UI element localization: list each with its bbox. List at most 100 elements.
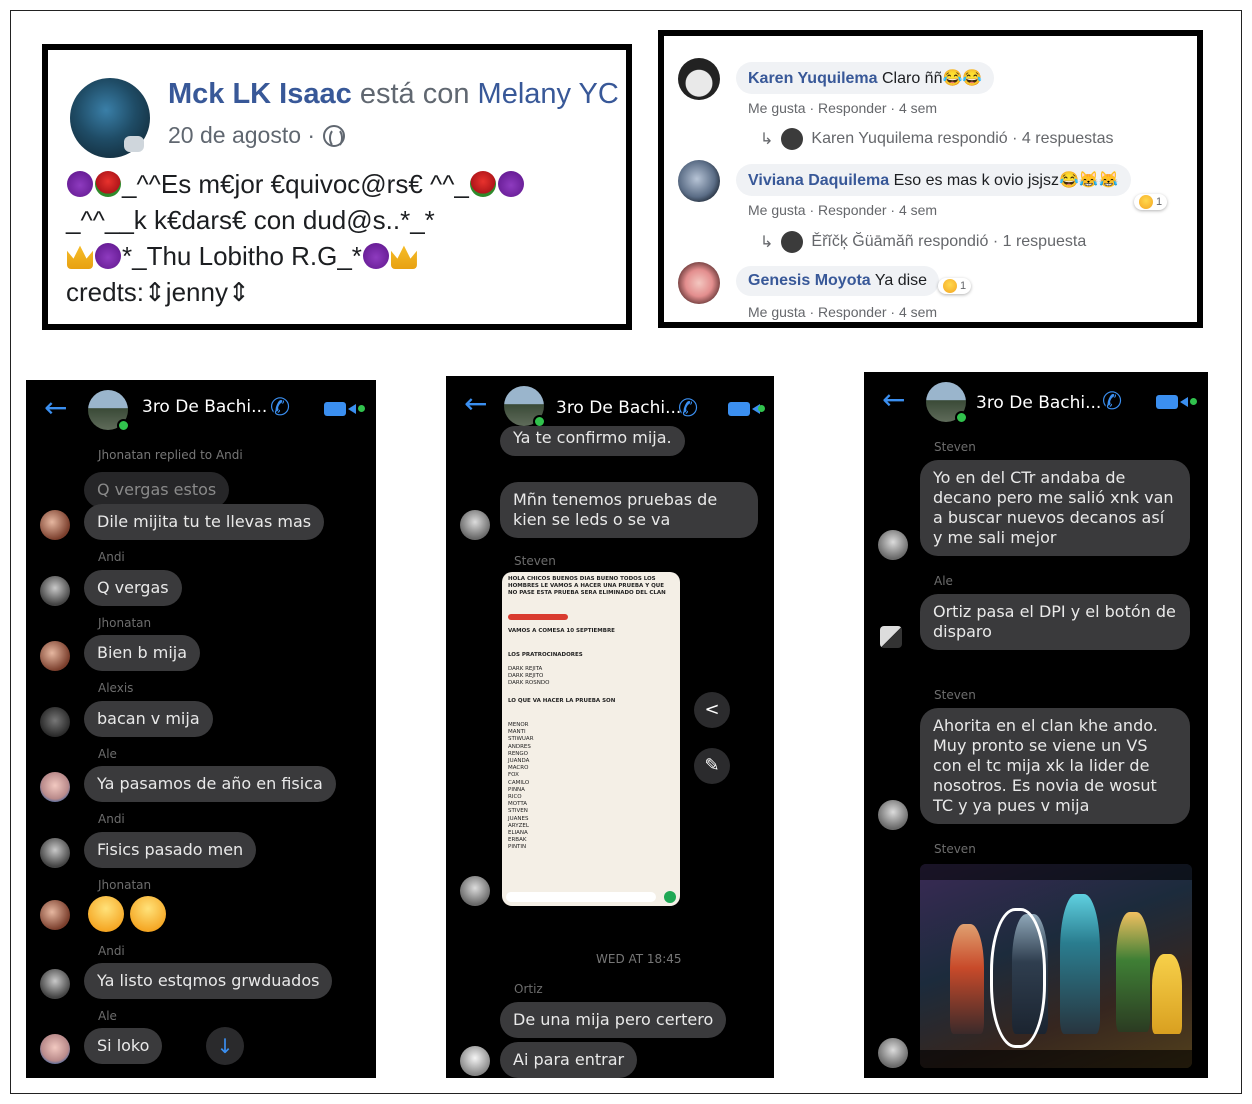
- message-bubble[interactable]: Ai para entrar: [500, 1042, 638, 1078]
- message-bubble[interactable]: Mñn tenemos pruebas de kien se leds o se…: [500, 482, 758, 538]
- message-bubble[interactable]: Si loko: [84, 1028, 163, 1064]
- list-item: ELIANA: [508, 830, 528, 837]
- back-arrow-icon[interactable]: ←: [882, 386, 910, 414]
- list-item: MACRO: [508, 765, 529, 772]
- group-name[interactable]: 3ro De Bachi...: [142, 397, 267, 417]
- party-face-emoji: [88, 896, 124, 932]
- phone-call-icon[interactable]: ✆: [1102, 388, 1128, 414]
- replies-link[interactable]: ↳ Karen Yuquilema respondió · 4 respuest…: [760, 128, 1114, 150]
- video-call-icon[interactable]: [728, 402, 760, 416]
- message-input[interactable]: [506, 892, 656, 902]
- message-bubble[interactable]: Ya pasamos de año en fisica: [84, 766, 336, 802]
- sender-avatar[interactable]: [40, 838, 70, 868]
- sponsors-list: DARK REJITA DARK REJITO DARK ROSNDO: [508, 666, 549, 688]
- sender-avatar[interactable]: [878, 800, 908, 830]
- message-bubble[interactable]: Yo en del CTr andaba de decano pero me s…: [920, 460, 1190, 556]
- group-name[interactable]: 3ro De Bachi...: [976, 393, 1101, 413]
- phone-call-icon[interactable]: ✆: [270, 394, 296, 420]
- sender-name: Steven: [934, 440, 976, 454]
- author-name[interactable]: Mck LK Isaac: [168, 78, 352, 110]
- sender-avatar[interactable]: [40, 1034, 70, 1064]
- group-name[interactable]: 3ro De Bachi...: [556, 398, 681, 418]
- comment-actions[interactable]: Me gusta · Responder · 4 sem: [748, 304, 937, 320]
- edit-icon[interactable]: ✎: [694, 748, 730, 784]
- back-arrow-icon[interactable]: ←: [44, 394, 72, 422]
- message-bubble[interactable]: Ahorita en el clan khe ando. Muy pronto …: [920, 708, 1190, 824]
- commenter-avatar[interactable]: [678, 58, 720, 100]
- list-item: JUANES: [508, 815, 529, 822]
- list-item: FOX: [508, 772, 519, 779]
- list-item: MENOR: [508, 722, 529, 728]
- video-call-icon[interactable]: [324, 402, 356, 416]
- highlight-circle: [990, 908, 1046, 1048]
- shared-image-header: HOLA CHICOS BUENOS DIAS BUENO TODOS LOS …: [508, 576, 666, 596]
- sender-avatar[interactable]: [40, 641, 70, 671]
- post-line-4: credts:⇕jenny⇕: [66, 277, 250, 307]
- message-bubble[interactable]: Ya te confirmo mija.: [500, 426, 685, 456]
- list-item: PINNA: [508, 786, 525, 793]
- sender-avatar[interactable]: [40, 707, 70, 737]
- sender-avatar[interactable]: [880, 626, 902, 648]
- mic-icon[interactable]: [664, 891, 676, 903]
- list-item: MOTTA: [508, 801, 528, 808]
- reaction-count: 1: [1156, 196, 1163, 208]
- post-line-2: _^^__k k€dars€ con dud@s..*_*: [66, 205, 435, 235]
- game-character: [1060, 894, 1100, 1034]
- commenter-avatar[interactable]: [678, 160, 720, 202]
- group-avatar[interactable]: [926, 382, 968, 424]
- sender-avatar[interactable]: [878, 1038, 908, 1068]
- back-arrow-icon[interactable]: ←: [464, 390, 492, 418]
- message-bubble[interactable]: Dile mijita tu te llevas mas: [84, 504, 325, 540]
- reaction-badge[interactable]: 1: [938, 278, 972, 294]
- list-item: DARK REJITO: [508, 673, 544, 680]
- sender-avatar[interactable]: [460, 1046, 490, 1076]
- messenger-screenshot-1: ← 3ro De Bachi... ✆ Jhonatan replied to …: [26, 380, 376, 1078]
- scroll-down-icon[interactable]: ↓: [206, 1027, 244, 1065]
- message-bubble[interactable]: Fisics pasado men: [84, 832, 257, 868]
- author-avatar[interactable]: [70, 78, 150, 158]
- sender-avatar[interactable]: [40, 510, 70, 540]
- online-indicator: [955, 411, 968, 424]
- message-bubble[interactable]: De una mija pero certero: [500, 1002, 727, 1038]
- post-date: 20 de agosto ·: [168, 122, 346, 149]
- group-avatar[interactable]: [88, 390, 130, 432]
- message-bubble[interactable]: Ortiz pasa el DPI y el botón de disparo: [920, 594, 1190, 650]
- tagged-user[interactable]: Melany YC: [478, 78, 619, 110]
- replies-link[interactable]: ↳ Ěřĭčķ Ğüāmăñ respondió · 1 respuesta: [760, 231, 1086, 253]
- message-bubble[interactable]: bacan v mija: [84, 701, 213, 737]
- comment-author[interactable]: Genesis Moyota: [748, 272, 871, 289]
- message-bubble[interactable]: Bien b mija: [84, 635, 201, 671]
- share-icon[interactable]: <: [694, 692, 730, 728]
- post-date-text: 20 de agosto ·: [168, 122, 316, 148]
- post-line-1: _^^Es m€jor €quivoc@rs€ ^^_: [66, 166, 525, 202]
- commenter-avatar[interactable]: [678, 262, 720, 304]
- message-bubble[interactable]: Ya listo estqmos grwduados: [84, 963, 333, 999]
- phone-call-icon[interactable]: ✆: [678, 395, 704, 421]
- quoted-message[interactable]: Q vergas estos: [84, 472, 230, 508]
- sender-avatar[interactable]: [460, 876, 490, 906]
- comment-author[interactable]: Viviana Daquilema: [748, 172, 889, 189]
- game-character: [950, 924, 984, 1034]
- reaction-count: 1: [960, 280, 967, 292]
- message-bubble[interactable]: Q vergas: [84, 570, 182, 606]
- sender-avatar[interactable]: [40, 576, 70, 606]
- comment-actions[interactable]: Me gusta · Responder · 4 sem: [748, 202, 937, 218]
- reaction-badge[interactable]: 1: [1134, 194, 1168, 210]
- comment-author[interactable]: Karen Yuquilema: [748, 70, 878, 87]
- sender-avatar[interactable]: [40, 969, 70, 999]
- replies-text: Ěřĭčķ Ğüāmăñ respondió · 1 respuesta: [811, 233, 1087, 250]
- comment-actions[interactable]: Me gusta · Responder · 4 sem: [748, 100, 937, 116]
- sender-avatar[interactable]: [460, 510, 490, 540]
- replier-avatar: [781, 231, 804, 253]
- video-call-icon[interactable]: [1156, 395, 1188, 409]
- game-screenshot[interactable]: [920, 864, 1192, 1068]
- group-avatar[interactable]: [504, 386, 546, 428]
- comment-bubble: Karen Yuquilema Claro ññ😂😂: [736, 62, 995, 94]
- shared-image[interactable]: HOLA CHICOS BUENOS DIAS BUENO TODOS LOS …: [502, 572, 680, 906]
- replier-avatar: [781, 128, 804, 150]
- sender-avatar[interactable]: [40, 772, 70, 802]
- devil-icon: [67, 171, 93, 197]
- sender-avatar[interactable]: [878, 530, 908, 560]
- sender-avatar[interactable]: [40, 900, 70, 930]
- shared-image-start: VAMOS A COMESA 10 SEPTIEMBRE: [508, 628, 615, 634]
